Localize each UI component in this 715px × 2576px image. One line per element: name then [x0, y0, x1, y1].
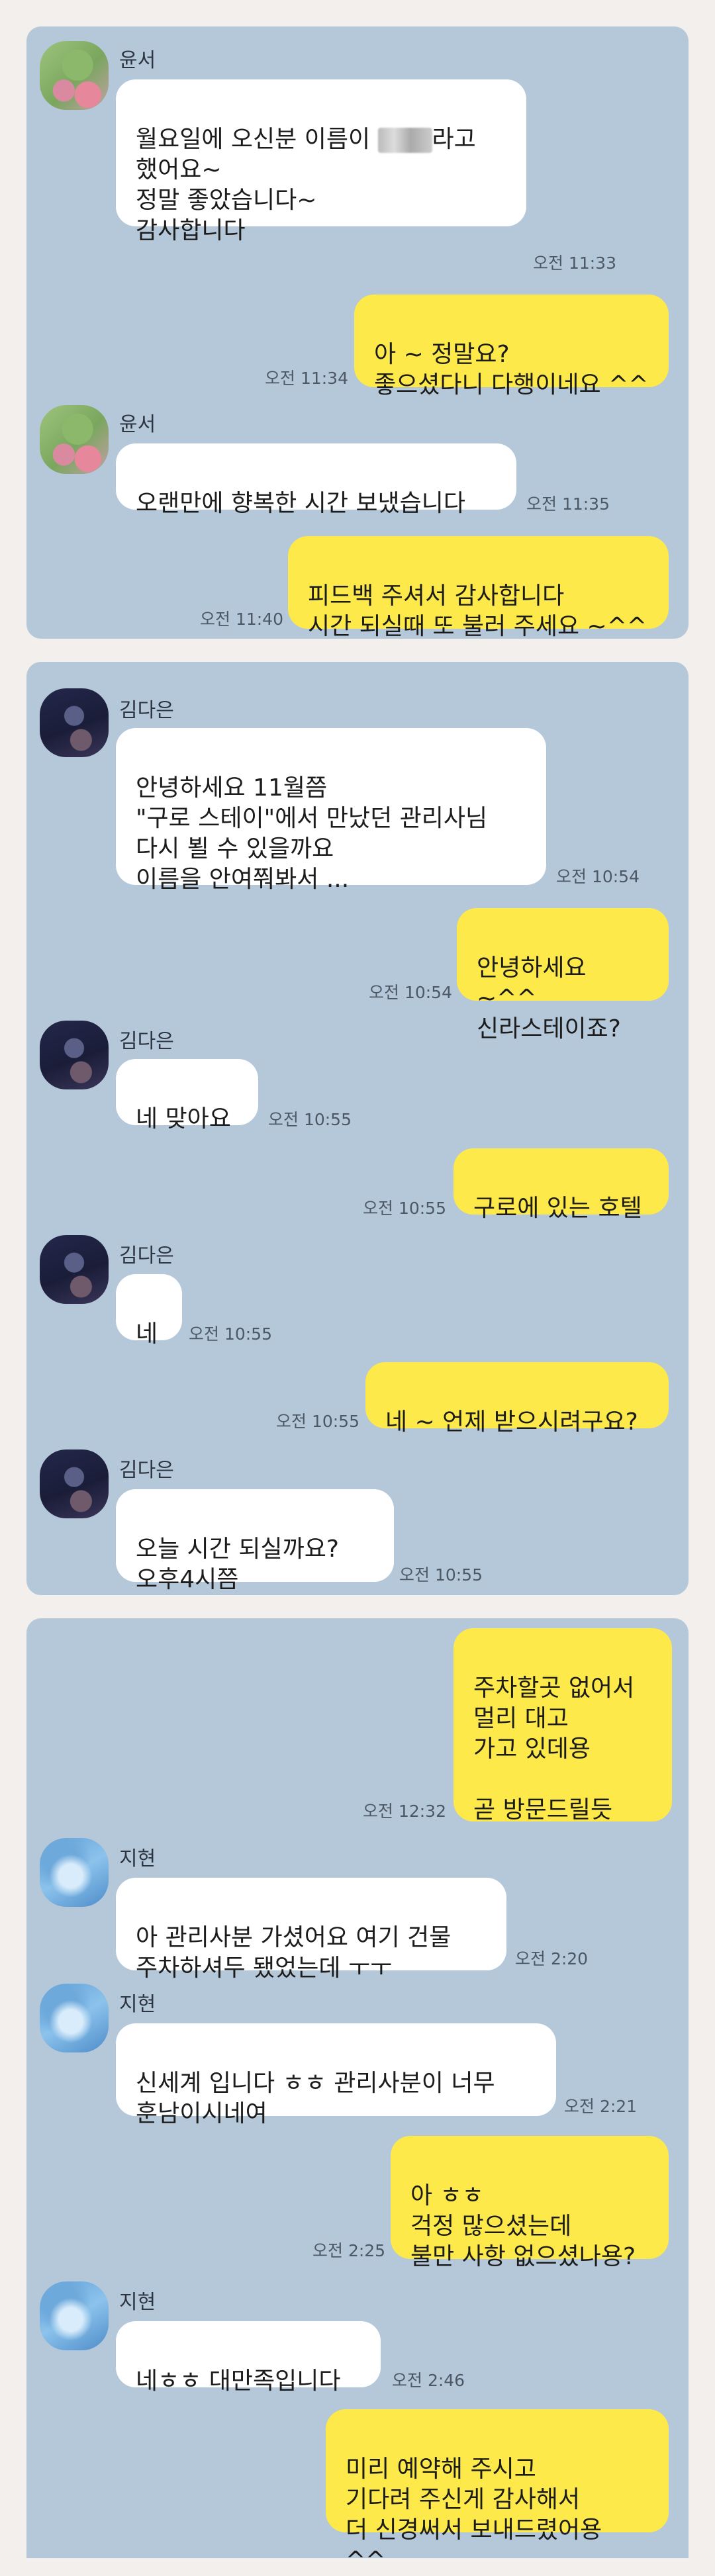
message-text: 미리 예약해 주시고 기다려 주신게 감사해서 더 신경써서 보내드렸어용 ^^ [346, 2456, 602, 2574]
sender-name: 윤서 [119, 49, 156, 72]
message-bubble[interactable]: 오랜만에 향복한 시간 보냈습니다 [116, 443, 516, 517]
avatar[interactable] [40, 1449, 109, 1518]
avatar[interactable] [40, 1838, 109, 1907]
chat-card-3: 주차할곳 없어서 멀리 대고 가고 있데용 곧 방문드릴듯 오전 12:32 지… [26, 1618, 689, 2574]
message-time: 오전 2:25 [312, 2241, 386, 2260]
message-bubble[interactable]: 네 [116, 1274, 182, 1348]
message-bubble[interactable]: 네ㅎㅎ 대만족입니다 [116, 2321, 381, 2395]
message-bubble[interactable]: 구로에 있는 호텔 [453, 1148, 669, 1222]
sender-name: 윤서 [119, 413, 156, 436]
avatar[interactable] [40, 2281, 109, 2350]
message-bubble[interactable]: 미리 예약해 주시고 기다려 주신게 감사해서 더 신경써서 보내드렸어용 ^^ [326, 2409, 669, 2574]
message-text: 오랜만에 향복한 시간 보냈습니다 [136, 490, 466, 517]
message-bubble[interactable]: 안녕하세요 ~^^ 신라스테이죠? [457, 908, 669, 1042]
message-bubble[interactable]: 피드백 주셔서 감사합니다 시간 되실때 또 불러 주세요 ~^^ [288, 536, 669, 640]
message-bubble[interactable]: 신세계 입니다 ㅎㅎ 관리사분이 너무 훈남이시네여 [116, 2023, 556, 2127]
message-bubble[interactable]: 아 관리사분 가셨어요 여기 건물 주차하셔두 됐었는데 ㅜㅜ [116, 1878, 506, 1982]
sender-name: 김다은 [119, 699, 174, 722]
message-time: 오전 10:55 [399, 1565, 483, 1585]
message-bubble[interactable]: 오늘 시간 되실까요? 오후4시쯤 [116, 1489, 394, 1593]
message-text: 안녕하세요 ~^^ 신라스테이죠? [477, 954, 621, 1042]
message-time: 오전 2:21 [564, 2097, 638, 2116]
chat-card-1: 윤서 월요일에 오신분 이름이 라고 했어요~ 정말 좋았습니다~ 감사합니다 … [26, 26, 689, 640]
avatar[interactable] [40, 688, 109, 757]
message-bubble[interactable]: 네 맞아요 [116, 1059, 258, 1132]
message-text: 오늘 시간 되실까요? 오후4시쯤 [136, 1536, 339, 1593]
message-time: 오전 10:54 [369, 983, 452, 1002]
sender-name: 지현 [119, 2291, 156, 2314]
message-text: 네 [136, 1320, 158, 1348]
avatar[interactable] [40, 41, 109, 110]
sender-name: 지현 [119, 1993, 156, 2016]
message-text: 주차할곳 없어서 멀리 대고 가고 있데용 곧 방문드릴듯 [473, 1675, 635, 1823]
message-text: 아 ㅎㅎ 걱정 많으셨는데 불만 사항 없으셨나용? [410, 2182, 636, 2270]
message-time: 오전 10:55 [363, 1199, 446, 1218]
message-bubble[interactable]: 주차할곳 없어서 멀리 대고 가고 있데용 곧 방문드릴듯 [453, 1628, 672, 1823]
message-time: 오전 2:46 [392, 2371, 465, 2390]
message-time: 오전 11:35 [526, 494, 610, 514]
sender-name: 지현 [119, 1847, 156, 1870]
message-bubble[interactable]: 아 ~ 정말요? 좋으셨다니 다행이네요 ^^ [354, 295, 669, 398]
message-text: 신세계 입니다 ㅎㅎ 관리사분이 너무 훈남이시네여 [136, 2070, 495, 2127]
message-bubble[interactable]: 네 ~ 언제 받으시려구요? [365, 1362, 669, 1436]
message-bubble[interactable]: 월요일에 오신분 이름이 라고 했어요~ 정말 좋았습니다~ 감사합니다 [116, 79, 526, 244]
message-bubble[interactable]: 안녕하세요 11월쯤 "구로 스테이"에서 만났던 관리사님 다시 뵐 수 있을… [116, 728, 546, 893]
message-text: 피드백 주셔서 감사합니다 시간 되실때 또 불러 주세요 ~^^ [308, 582, 647, 640]
sender-name: 김다은 [119, 1459, 174, 1482]
message-text: 안녕하세요 11월쯤 "구로 스테이"에서 만났던 관리사님 다시 뵐 수 있을… [136, 774, 488, 893]
message-text: 네 ~ 언제 받으시려구요? [385, 1408, 638, 1436]
message-text: 아 관리사분 가셨어요 여기 건물 주차하셔두 됐었는데 ㅜㅜ [136, 1924, 452, 1982]
avatar[interactable] [40, 1984, 109, 2052]
message-text: 네ㅎㅎ 대만족입니다 [136, 2368, 341, 2395]
message-time: 오전 10:55 [189, 1324, 272, 1344]
message-text: 월요일에 오신분 이름이 [136, 126, 378, 153]
message-bubble[interactable]: 아 ㅎㅎ 걱정 많으셨는데 불만 사항 없으셨나용? [391, 2136, 669, 2270]
message-text: 아 ~ 정말요? 좋으셨다니 다행이네요 ^^ [374, 341, 649, 398]
avatar[interactable] [40, 405, 109, 474]
message-time: 오전 12:32 [363, 1802, 446, 1821]
message-time: 오전 11:33 [533, 253, 616, 273]
sender-name: 김다은 [119, 1030, 174, 1053]
chat-card-2: 김다은 안녕하세요 11월쯤 "구로 스테이"에서 만났던 관리사님 다시 뵐 … [26, 662, 689, 1595]
redacted-name [377, 128, 432, 153]
message-time: 오전 2:20 [515, 1949, 589, 1968]
message-text: 네 맞아요 [136, 1105, 231, 1132]
message-time: 오전 10:54 [556, 867, 640, 886]
sender-name: 김다은 [119, 1244, 174, 1267]
avatar[interactable] [40, 1021, 109, 1089]
message-time: 오전 11:40 [200, 610, 283, 629]
message-time: 오전 11:34 [265, 369, 348, 388]
message-time: 오전 10:55 [268, 1110, 352, 1129]
message-text: 구로에 있는 호텔 [473, 1195, 642, 1222]
message-time: 오전 10:55 [276, 1412, 359, 1431]
avatar[interactable] [40, 1235, 109, 1304]
